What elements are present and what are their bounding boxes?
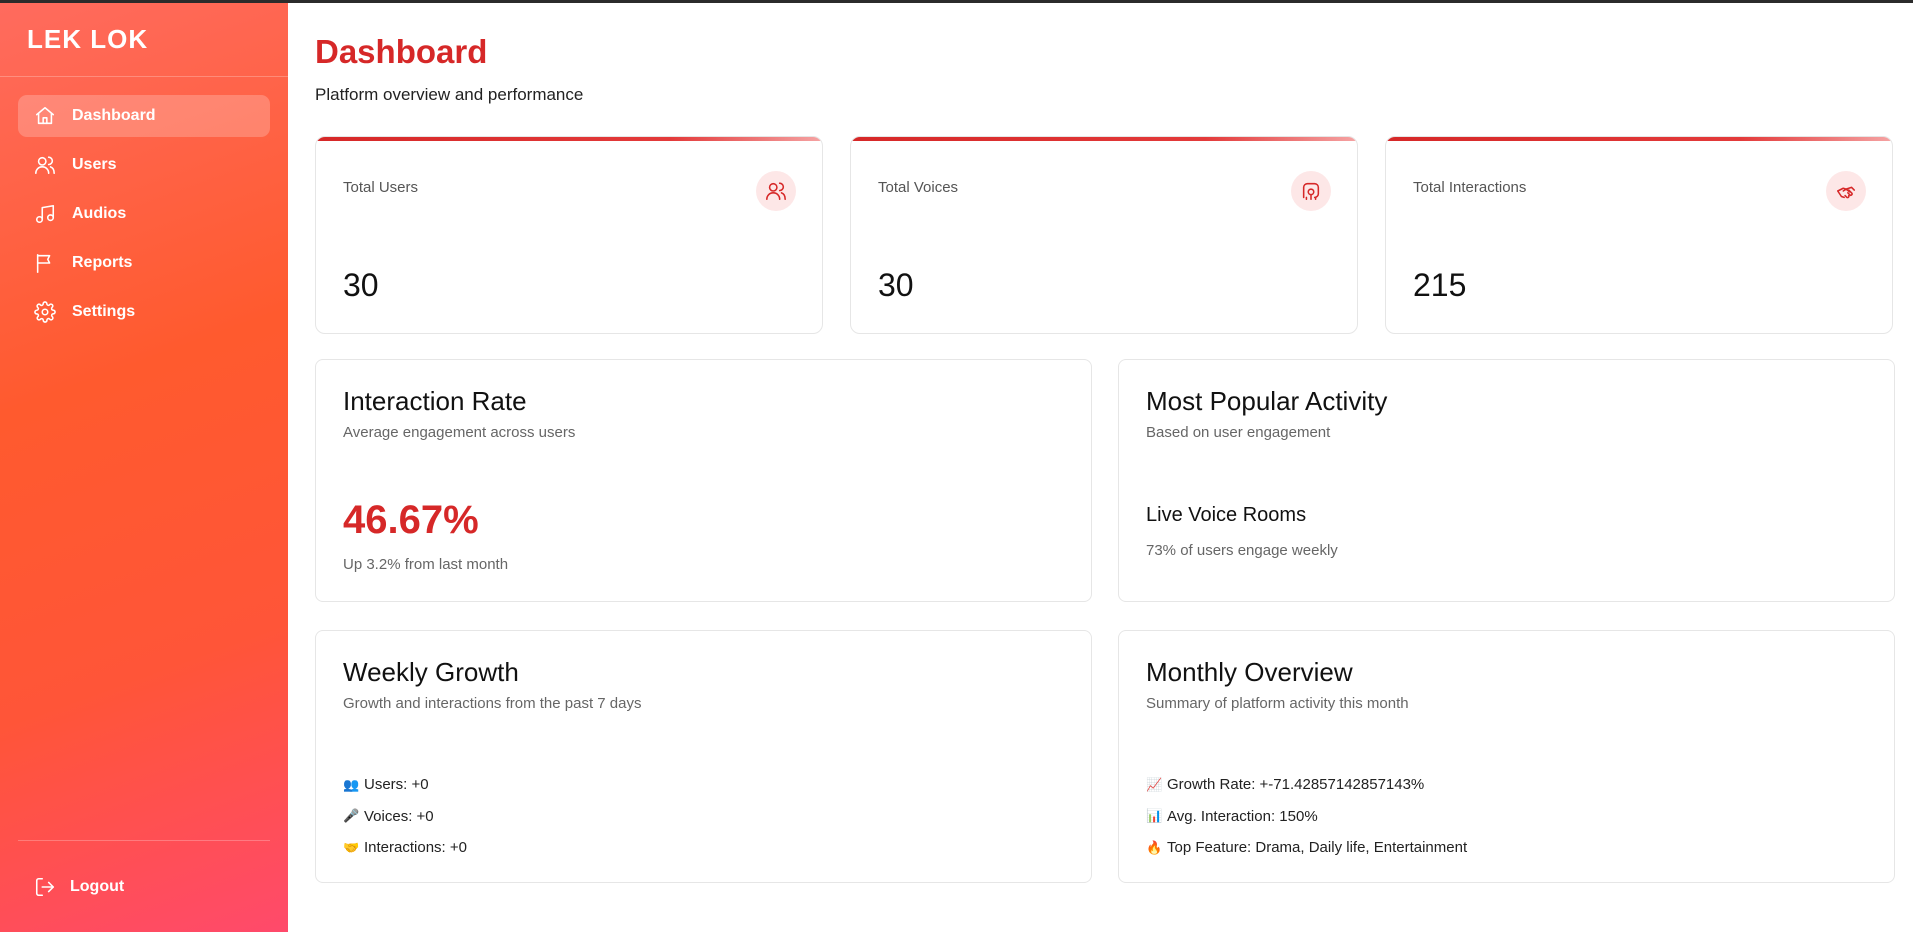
sidebar-item-label: Audios — [72, 205, 127, 222]
logout-label: Logout — [70, 877, 125, 895]
users-icon: 👥 — [343, 776, 360, 792]
interaction-rate-note: Up 3.2% from last month — [343, 556, 509, 573]
list-item: 🔥 Top Feature: Drama, Daily life, Enterta… — [1146, 832, 1467, 864]
sidebar-nav: Dashboard Users Audios Reports Settings — [0, 77, 288, 333]
sidebar-item-label: Reports — [72, 254, 133, 271]
sidebar: LEK LOK Dashboard Users Audios Reports S… — [0, 3, 288, 932]
card-description: Based on user engagement — [1146, 424, 1331, 441]
list-item: 🎤 Voices: +0 — [343, 801, 467, 833]
monthly-overview-list: 📈 Growth Rate: +-71.42857142857143% 📊 Avg.… — [1146, 769, 1467, 864]
list-item-text: Interactions: +0 — [364, 839, 467, 857]
stat-label: Total Voices — [878, 179, 959, 196]
list-item-text: Voices: +0 — [364, 807, 434, 825]
card-description: Growth and interactions from the past 7 … — [343, 695, 642, 712]
sidebar-item-reports[interactable]: Reports — [18, 242, 270, 284]
list-item: 🤝 Interactions: +0 — [343, 832, 467, 864]
stat-accent-bar — [851, 137, 1357, 141]
main-content: Dashboard Platform overview and performa… — [288, 3, 1913, 932]
chart-up-icon: 📈 — [1146, 776, 1163, 792]
stat-value: 215 — [1413, 267, 1467, 303]
interaction-rate-value: 46.67% — [343, 498, 479, 542]
handshake-icon: 🤝 — [343, 839, 360, 855]
stat-card-total-users: Total Users 30 — [315, 136, 823, 334]
users-icon — [756, 171, 796, 211]
list-item-text: Users: +0 — [364, 776, 429, 794]
stat-card-total-voices: Total Voices 30 — [850, 136, 1358, 334]
card-title: Monthly Overview — [1146, 657, 1353, 687]
sidebar-item-audios[interactable]: Audios — [18, 193, 270, 235]
card-description: Average engagement across users — [343, 424, 576, 441]
popular-activity-card: Most Popular Activity Based on user enga… — [1118, 359, 1895, 602]
card-title: Most Popular Activity — [1146, 386, 1388, 416]
card-title: Weekly Growth — [343, 657, 519, 687]
window-top-border — [0, 0, 1913, 3]
popular-activity-name: Live Voice Rooms — [1146, 504, 1307, 526]
monthly-overview-card: Monthly Overview Summary of platform act… — [1118, 630, 1895, 883]
card-title: Interaction Rate — [343, 386, 527, 416]
sidebar-item-users[interactable]: Users — [18, 144, 270, 186]
list-item: 👥 Users: +0 — [343, 769, 467, 801]
list-item: 📊 Avg. Interaction: 150% — [1146, 801, 1467, 833]
voice-icon — [1291, 171, 1331, 211]
microphone-icon: 🎤 — [343, 808, 360, 824]
interaction-rate-card: Interaction Rate Average engagement acro… — [315, 359, 1092, 602]
bar-chart-icon: 📊 — [1146, 808, 1163, 824]
home-icon — [34, 105, 56, 127]
sidebar-item-settings[interactable]: Settings — [18, 291, 270, 333]
stat-card-total-interactions: Total Interactions 215 — [1385, 136, 1893, 334]
sidebar-item-dashboard[interactable]: Dashboard — [18, 95, 270, 137]
stat-label: Total Users — [343, 179, 419, 196]
list-item: 📈 Growth Rate: +-71.42857142857143% — [1146, 769, 1467, 801]
gear-icon — [34, 301, 56, 323]
stat-value: 30 — [878, 267, 914, 303]
weekly-growth-list: 👥 Users: +0 🎤 Voices: +0 🤝 Interactions: +0 — [343, 769, 467, 864]
sidebar-item-label: Settings — [72, 303, 136, 320]
weekly-growth-card: Weekly Growth Growth and interactions fr… — [315, 630, 1092, 883]
popular-activity-note: 73% of users engage weekly — [1146, 542, 1338, 559]
sidebar-item-label: Dashboard — [72, 107, 156, 124]
list-item-text: Avg. Interaction: 150% — [1167, 807, 1318, 825]
handshake-icon — [1826, 171, 1866, 211]
fire-icon: 🔥 — [1146, 839, 1163, 855]
list-item-text: Growth Rate: +-71.42857142857143% — [1167, 776, 1425, 794]
users-icon — [34, 154, 56, 176]
page-title: Dashboard — [315, 33, 488, 70]
sidebar-item-label: Users — [72, 156, 117, 173]
brand-logo[interactable]: LEK LOK — [0, 3, 288, 77]
flag-icon — [34, 252, 56, 274]
page-subtitle: Platform overview and performance — [315, 85, 584, 104]
stat-accent-bar — [1386, 137, 1892, 141]
stat-accent-bar — [316, 137, 822, 141]
logout-icon — [34, 876, 56, 898]
card-description: Summary of platform activity this month — [1146, 695, 1409, 712]
logout-button[interactable]: Logout — [18, 840, 270, 932]
list-item-text: Top Feature: Drama, Daily life, Entertai… — [1167, 839, 1468, 857]
music-icon — [34, 203, 56, 225]
stat-label: Total Interactions — [1413, 179, 1527, 196]
stat-value: 30 — [343, 267, 379, 303]
